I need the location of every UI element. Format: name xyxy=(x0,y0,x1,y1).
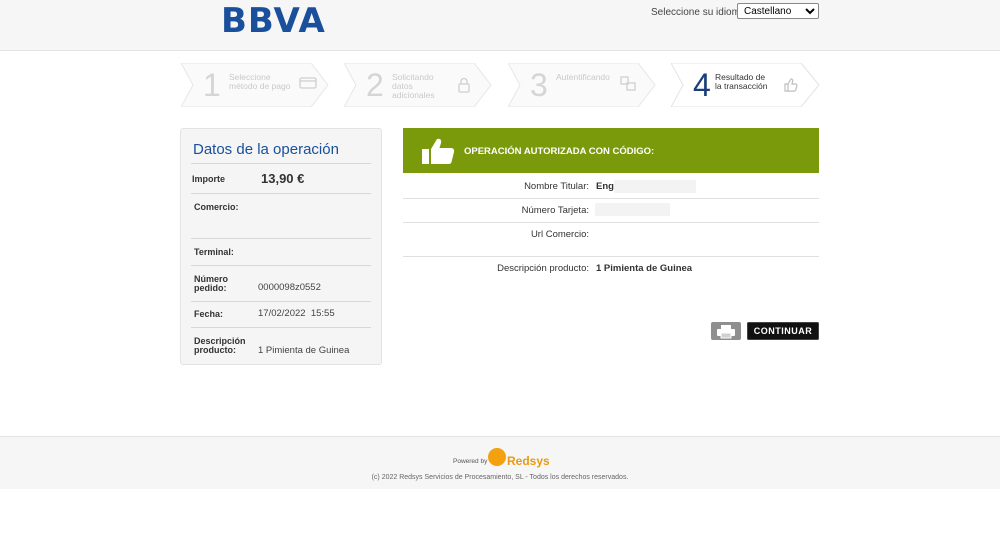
step-3-label: Autentificando xyxy=(556,72,610,82)
importe-label: Importe xyxy=(192,174,226,184)
continue-button[interactable]: CONTINUAR xyxy=(747,322,819,340)
pedido-label: Número pedido: xyxy=(194,274,229,293)
titular-masked xyxy=(614,180,696,193)
tarjeta-label: Número Tarjeta: xyxy=(521,205,589,216)
step-3: 3 Autentificando xyxy=(508,63,656,107)
step-1-label: Seleccione método de pago xyxy=(229,72,291,91)
titular-label: Nombre Titular: xyxy=(524,181,589,192)
printer-icon xyxy=(717,325,735,339)
importe-value: 13,90 € xyxy=(261,171,305,186)
fecha-value: 17/02/2022 15:55 xyxy=(258,308,335,319)
pedido-value: 0000098z0552 xyxy=(258,282,321,293)
thumbs-up-icon xyxy=(784,78,798,92)
result-descripcion-value: 1 Pimienta de Guinea xyxy=(596,263,693,274)
header: BBVA Seleccione su idioma Castellano xyxy=(0,0,1000,51)
result-descripcion-label: Descripción producto: xyxy=(497,263,589,274)
divider xyxy=(191,238,371,239)
progress-steps: 1 Seleccione método de pago 2 Solicitand… xyxy=(181,63,821,107)
divider xyxy=(191,265,371,266)
step-4-label: Resultado de la transacción xyxy=(715,72,768,91)
step-3-number: 3 xyxy=(530,67,548,103)
step-2: 2 Solicitando datos adicionales xyxy=(344,63,492,107)
fecha-label: Fecha: xyxy=(194,309,224,319)
step-1: 1 Seleccione método de pago xyxy=(181,63,329,107)
authentication-icon xyxy=(620,76,636,91)
tarjeta-masked xyxy=(595,203,670,216)
divider xyxy=(191,301,371,302)
divider xyxy=(191,193,371,194)
redsys-logo-text: Redsys xyxy=(507,454,550,468)
divider xyxy=(403,198,819,199)
terminal-label: Terminal: xyxy=(194,247,234,257)
descripcion-label: Descripción producto: xyxy=(194,336,246,355)
step-4-number: 4 xyxy=(693,67,711,103)
print-button[interactable] xyxy=(711,322,741,340)
step-2-number: 2 xyxy=(366,67,384,103)
powered-by-label: Powered by xyxy=(453,458,488,465)
status-message: OPERACIÓN AUTORIZADA CON CÓDIGO: xyxy=(464,146,655,157)
redsys-logo-icon xyxy=(488,448,506,466)
divider xyxy=(191,327,371,328)
status-banner: OPERACIÓN AUTORIZADA CON CÓDIGO: xyxy=(403,128,819,173)
step-4: 4 Resultado de la transacción xyxy=(671,63,821,107)
step-2-label: Solicitando datos adicionales xyxy=(392,72,435,100)
divider xyxy=(403,256,819,257)
divider xyxy=(191,163,371,164)
thumbs-up-icon xyxy=(422,138,455,164)
credit-card-icon xyxy=(299,77,317,89)
bbva-logo: BBVA xyxy=(221,1,326,41)
descripcion-value: 1 Pimienta de Guinea xyxy=(258,345,350,356)
divider xyxy=(403,222,819,223)
operation-details-panel: Datos de la operación Importe 13,90 € Co… xyxy=(180,128,382,365)
operation-details-title: Datos de la operación xyxy=(193,141,339,158)
footer: Powered by Redsys (c) 2022 Redsys Servic… xyxy=(0,436,1000,489)
url-comercio-label: Url Comercio: xyxy=(530,229,589,240)
language-label: Seleccione su idioma xyxy=(651,7,746,18)
comercio-label: Comercio: xyxy=(194,202,239,212)
language-select[interactable]: Castellano xyxy=(737,3,819,19)
step-1-number: 1 xyxy=(203,67,221,103)
lock-icon xyxy=(458,77,470,93)
copyright-text: (c) 2022 Redsys Servicios de Procesamien… xyxy=(371,474,629,481)
titular-value: Eng xyxy=(596,181,614,192)
